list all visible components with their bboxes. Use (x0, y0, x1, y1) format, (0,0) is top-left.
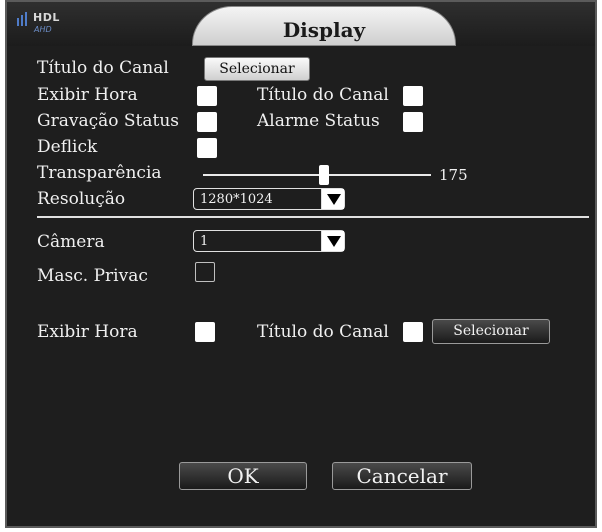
camera-show-time-checkbox[interactable] (195, 322, 215, 342)
transparency-slider[interactable] (203, 174, 431, 176)
alarm-status-checkbox[interactable] (403, 112, 423, 132)
privacy-mask-label: Masc. Privac (37, 266, 148, 286)
camera-select-channel-title-button[interactable]: Selecionar (432, 319, 550, 344)
alarm-status-label: Alarme Status (257, 111, 380, 131)
recording-status-label: Gravação Status (37, 111, 179, 131)
transparency-label: Transparência (37, 163, 162, 183)
channel-title-checkbox[interactable] (403, 86, 423, 106)
chevron-down-icon[interactable] (321, 231, 344, 251)
resolution-value: 1280*1024 (200, 192, 273, 207)
camera-channel-title-label: Título do Canal (257, 322, 389, 342)
privacy-mask-checkbox[interactable] (195, 262, 215, 282)
resolution-label: Resolução (37, 189, 126, 209)
chevron-down-icon[interactable] (321, 189, 344, 209)
deflick-checkbox[interactable] (197, 138, 217, 158)
deflick-label: Deflick (37, 137, 98, 157)
channel-title-check-label: Título do Canal (257, 85, 389, 105)
channel-title-label: Título do Canal (37, 58, 169, 78)
resolution-select[interactable]: 1280*1024 (193, 188, 345, 210)
title-tab: Display (192, 6, 456, 46)
logo-text: HDL (33, 11, 60, 24)
section-divider (37, 216, 589, 218)
camera-channel-title-checkbox[interactable] (403, 322, 423, 342)
cancel-button[interactable]: Cancelar (332, 462, 472, 490)
select-channel-title-button[interactable]: Selecionar (204, 57, 310, 81)
camera-value: 1 (200, 234, 209, 249)
show-time-label: Exibir Hora (37, 85, 138, 105)
logo-bars-icon (17, 12, 27, 26)
camera-show-time-label: Exibir Hora (37, 322, 138, 342)
transparency-slider-thumb[interactable] (318, 165, 329, 185)
hdl-logo: HDL AHD (17, 8, 87, 38)
show-time-checkbox[interactable] (197, 86, 217, 106)
recording-status-checkbox[interactable] (197, 112, 217, 132)
camera-select[interactable]: 1 (193, 230, 345, 252)
transparency-value: 175 (439, 166, 468, 184)
window-title: Display (282, 18, 366, 42)
title-bar: HDL AHD Display (7, 2, 595, 46)
logo-subtext: AHD (34, 25, 52, 34)
display-dialog: HDL AHD Display Título do Canal Selecion… (5, 0, 597, 528)
camera-label: Câmera (37, 232, 105, 252)
ok-button[interactable]: OK (179, 462, 307, 490)
